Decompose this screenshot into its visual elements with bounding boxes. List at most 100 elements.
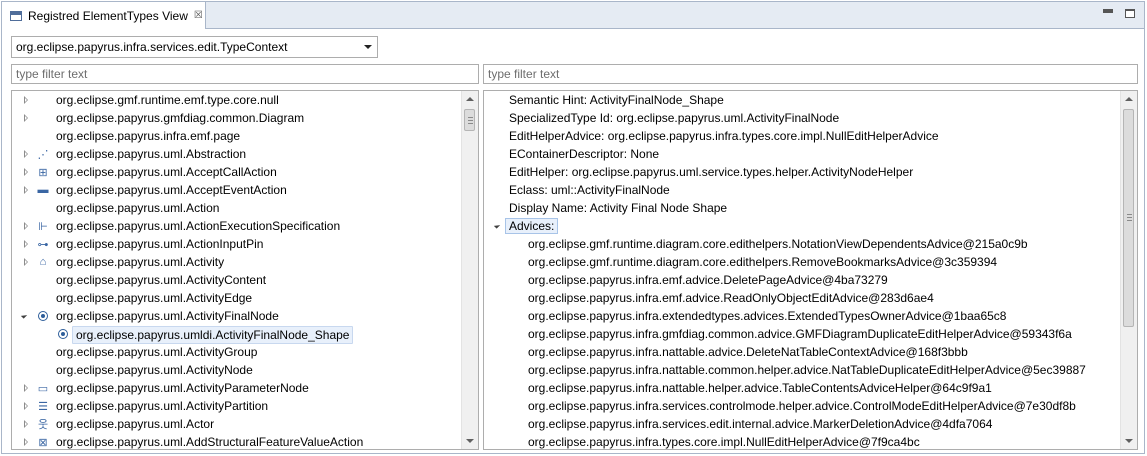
add-structural-feature-value-action-icon: ⊠ (38, 436, 48, 449)
advice-item[interactable]: org.eclipse.papyrus.infra.emf.advice.Rea… (528, 290, 934, 308)
scroll-up-icon[interactable] (466, 97, 474, 101)
element-type-properties: Semantic Hint: ActivityFinalNode_Shape Sp… (483, 90, 1138, 450)
activity-final-node-icon (35, 309, 51, 323)
collapsed-twisty-icon[interactable] (24, 402, 28, 410)
collapsed-twisty-icon[interactable] (24, 222, 28, 230)
advice-item[interactable]: org.eclipse.gmf.runtime.diagram.core.edi… (528, 254, 997, 272)
view-icon (10, 10, 22, 21)
advice-item[interactable]: org.eclipse.papyrus.infra.nattable.commo… (528, 362, 1086, 380)
scroll-down-icon[interactable] (1125, 439, 1133, 443)
tree-item[interactable]: org.eclipse.papyrus.uml.ActivityNode (12, 361, 462, 379)
tree-item-label: org.eclipse.papyrus.uml.Abstraction (56, 147, 247, 161)
advice-item[interactable]: org.eclipse.gmf.runtime.diagram.core.edi… (528, 236, 1028, 254)
tree-item[interactable]: ⊞ org.eclipse.papyrus.uml.AcceptCallActio… (12, 163, 462, 181)
advice-item[interactable]: org.eclipse.papyrus.infra.emf.advice.Del… (528, 272, 888, 290)
tree-item[interactable]: ⊩ org.eclipse.papyrus.uml.ActionExecution… (12, 217, 462, 235)
expanded-twisty-icon[interactable] (493, 222, 501, 229)
tree-item-label: org.eclipse.papyrus.uml.Action (56, 201, 220, 215)
tree-item[interactable]: org.eclipse.papyrus.uml.ActivityGroup (12, 343, 462, 361)
tree-item-label: org.eclipse.gmf.runtime.emf.type.core.nu… (56, 93, 279, 107)
collapsed-twisty-icon[interactable] (24, 168, 28, 176)
close-icon[interactable]: ☒ (194, 10, 203, 21)
tree-item-label: org.eclipse.papyrus.uml.ActivityNode (56, 363, 253, 377)
scroll-down-icon[interactable] (466, 439, 474, 443)
tree-item[interactable]: org.eclipse.papyrus.uml.ActivityEdge (12, 289, 462, 307)
collapsed-twisty-icon[interactable] (24, 258, 28, 266)
collapsed-twisty-icon[interactable] (24, 438, 28, 446)
collapsed-twisty-icon[interactable] (24, 150, 28, 158)
tree-item-label: org.eclipse.papyrus.uml.ActivityParamete… (56, 381, 309, 395)
tree-item[interactable]: org.eclipse.papyrus.uml.ActivityContent (12, 271, 462, 289)
tree-vertical-scrollbar[interactable] (461, 91, 478, 449)
properties-filter-placeholder: type filter text (488, 67, 560, 81)
tree-item[interactable]: org.eclipse.papyrus.uml.ActivityFinalNod… (12, 307, 462, 325)
tree-item[interactable]: org.eclipse.papyrus.gmfdiag.common.Diagr… (12, 109, 462, 127)
tree-item-label: org.eclipse.papyrus.umldi.ActivityFinalN… (72, 326, 354, 344)
property-line: Eclass: uml::ActivityFinalNode (509, 183, 670, 197)
tree-item[interactable]: ▭ org.eclipse.papyrus.uml.ActivityParamet… (12, 379, 462, 397)
tree-item[interactable]: ☰ org.eclipse.papyrus.uml.ActivityPartiti… (12, 397, 462, 415)
advice-item[interactable]: org.eclipse.papyrus.infra.nattable.helpe… (528, 380, 992, 398)
collapsed-twisty-icon[interactable] (24, 420, 28, 428)
actor-icon: 웃 (37, 419, 49, 431)
type-context-combo[interactable]: org.eclipse.papyrus.infra.services.edit.… (11, 36, 378, 58)
scrollbar-thumb[interactable] (1123, 109, 1134, 327)
property-line: EditHelper: org.eclipse.papyrus.uml.serv… (509, 165, 914, 179)
scroll-up-icon[interactable] (1125, 97, 1133, 101)
expanded-twisty-icon[interactable] (20, 312, 28, 319)
action-input-pin-icon: ⊶ (37, 238, 49, 251)
action-execution-specification-icon: ⊩ (38, 220, 48, 233)
advice-item[interactable]: org.eclipse.papyrus.infra.gmfdiag.common… (528, 326, 1072, 344)
tree-item[interactable]: 웃 org.eclipse.papyrus.uml.Actor (12, 415, 462, 433)
tree-item[interactable]: ⊠ org.eclipse.papyrus.uml.AddStructuralFe… (12, 433, 462, 449)
tree-item-label: org.eclipse.papyrus.infra.emf.page (56, 129, 241, 143)
tree-item[interactable]: ⊶ org.eclipse.papyrus.uml.ActionInputPin (12, 235, 462, 253)
advice-item[interactable]: org.eclipse.papyrus.infra.services.contr… (528, 398, 1076, 416)
collapsed-twisty-icon[interactable] (24, 114, 28, 122)
tree-item[interactable]: org.eclipse.papyrus.infra.emf.page (12, 127, 462, 145)
tree-item[interactable]: ⌂ org.eclipse.papyrus.uml.Activity (12, 253, 462, 271)
element-types-tree: org.eclipse.gmf.runtime.emf.type.core.nu… (11, 90, 479, 450)
collapsed-twisty-icon[interactable] (24, 384, 28, 392)
tree-item[interactable]: org.eclipse.papyrus.uml.Action (12, 199, 462, 217)
advice-item[interactable]: org.eclipse.papyrus.infra.services.edit.… (528, 416, 992, 434)
collapsed-twisty-icon[interactable] (24, 96, 28, 104)
collapsed-twisty-icon[interactable] (24, 186, 28, 194)
activity-partition-icon: ☰ (38, 400, 48, 413)
advices-node[interactable]: Advices: (505, 218, 559, 236)
advice-item[interactable]: org.eclipse.papyrus.infra.extendedtypes.… (528, 308, 1006, 326)
tree-item-label: org.eclipse.papyrus.uml.AcceptEventActio… (56, 183, 287, 197)
tree-item-label: org.eclipse.papyrus.uml.ActivityContent (56, 273, 267, 287)
tree-item-label: org.eclipse.papyrus.uml.ActivityPartitio… (56, 399, 269, 413)
tree-item-label: org.eclipse.papyrus.uml.AddStructuralFea… (56, 435, 364, 449)
tree-item-label: org.eclipse.papyrus.uml.ActivityFinalNod… (56, 309, 279, 323)
property-line: SpecializedType Id: org.eclipse.papyrus.… (509, 111, 840, 125)
activity-icon: ⌂ (39, 256, 47, 268)
tree-filter-placeholder: type filter text (16, 67, 88, 81)
view-tab[interactable]: Registred ElementTypes View ☒ (2, 2, 206, 29)
tree-item-label: org.eclipse.papyrus.uml.ActivityEdge (56, 291, 253, 305)
tree-item[interactable]: ▬ org.eclipse.papyrus.uml.AcceptEventActi… (12, 181, 462, 199)
advices-label: Advices: (505, 218, 559, 234)
advice-item[interactable]: org.eclipse.papyrus.infra.types.core.imp… (528, 434, 920, 449)
properties-vertical-scrollbar[interactable] (1120, 91, 1137, 449)
property-line: EContainerDescriptor: None (509, 147, 660, 161)
tree-item-label: org.eclipse.papyrus.gmfdiag.common.Diagr… (56, 111, 305, 125)
activity-final-node-icon (55, 327, 71, 341)
collapsed-twisty-icon[interactable] (24, 240, 28, 248)
activity-parameter-node-icon: ▭ (37, 382, 49, 395)
properties-filter-input[interactable]: type filter text (483, 64, 1138, 84)
tree-filter-input[interactable]: type filter text (11, 64, 479, 84)
tree-item[interactable]: org.eclipse.papyrus.umldi.ActivityFinalN… (12, 325, 462, 344)
type-context-selected: org.eclipse.papyrus.infra.services.edit.… (16, 40, 288, 54)
tree-item[interactable]: ⋰ org.eclipse.papyrus.uml.Abstraction (12, 145, 462, 163)
tree-item-label: org.eclipse.papyrus.uml.ActionInputPin (56, 237, 264, 251)
advice-item[interactable]: org.eclipse.papyrus.infra.nattable.advic… (528, 344, 968, 362)
minimize-icon[interactable] (1103, 9, 1113, 13)
tree-item[interactable]: org.eclipse.gmf.runtime.emf.type.core.nu… (12, 91, 462, 109)
scrollbar-thumb[interactable] (464, 109, 475, 131)
maximize-icon[interactable] (1125, 9, 1135, 18)
abstraction-icon: ⋰ (37, 148, 49, 161)
chevron-down-icon[interactable] (364, 45, 372, 49)
tree-item-label: org.eclipse.papyrus.uml.ActionExecutionS… (56, 219, 341, 233)
